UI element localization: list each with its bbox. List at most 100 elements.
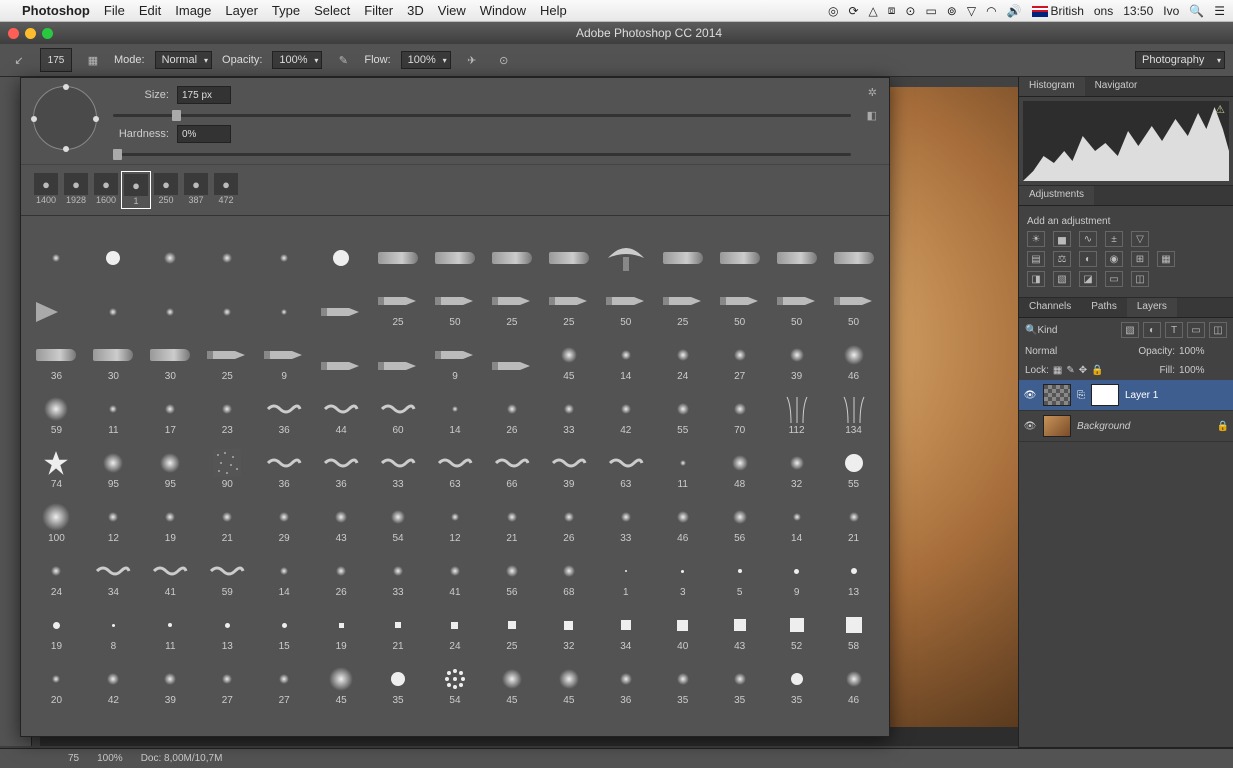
- tool-preset-icon[interactable]: ↙: [8, 49, 30, 71]
- filter-adj-icon[interactable]: ◐: [1143, 322, 1161, 338]
- tab-paths[interactable]: Paths: [1081, 298, 1127, 317]
- brush-preset-cell[interactable]: 26: [314, 546, 369, 598]
- hardness-slider[interactable]: [113, 153, 851, 156]
- zoom-level[interactable]: 100%: [97, 753, 123, 764]
- status-drive-icon[interactable]: △: [869, 4, 878, 18]
- menu-edit[interactable]: Edit: [139, 3, 161, 18]
- visibility-icon[interactable]: 👁: [1023, 390, 1037, 401]
- lock-all-icon[interactable]: 🔒: [1091, 365, 1103, 376]
- recent-brush-chip[interactable]: ●1400: [31, 171, 61, 209]
- brush-preset-cell[interactable]: 36: [314, 438, 369, 490]
- brush-preset-cell[interactable]: 35: [371, 654, 426, 706]
- opacity-field[interactable]: 100%: [272, 51, 322, 69]
- brush-preset-cell[interactable]: 25: [655, 276, 710, 328]
- recent-brush-chip[interactable]: ●250: [151, 171, 181, 209]
- brush-preset-cell[interactable]: 19: [314, 600, 369, 652]
- brush-preset-cell[interactable]: [86, 276, 141, 328]
- lock-pixels-icon[interactable]: ✎: [1066, 365, 1074, 376]
- brush-preset-cell[interactable]: 13: [826, 546, 881, 598]
- brush-preset-cell[interactable]: 21: [484, 492, 539, 544]
- brush-preset-cell[interactable]: 17: [143, 384, 198, 436]
- adj-photo-filter-icon[interactable]: ◉: [1105, 251, 1123, 267]
- brush-preset-cell[interactable]: [200, 276, 255, 328]
- brush-preset-cell[interactable]: 27: [712, 330, 767, 382]
- brush-preset-cell[interactable]: 46: [826, 330, 881, 382]
- brush-preset-cell[interactable]: 30: [86, 330, 141, 382]
- brush-preset-cell[interactable]: 35: [769, 654, 824, 706]
- brush-preset-cell[interactable]: 1: [598, 546, 653, 598]
- status-display-icon[interactable]: ▭: [925, 4, 936, 18]
- visibility-icon[interactable]: 👁: [1023, 421, 1037, 432]
- brush-preset-cell[interactable]: 60: [371, 384, 426, 436]
- brush-preset-cell[interactable]: 39: [769, 330, 824, 382]
- brush-preset-cell[interactable]: 59: [29, 384, 84, 436]
- menu-layer[interactable]: Layer: [225, 3, 258, 18]
- brush-preset-cell[interactable]: 20: [29, 654, 84, 706]
- adj-curves-icon[interactable]: ∿: [1079, 231, 1097, 247]
- adj-mixer-icon[interactable]: ⊞: [1131, 251, 1149, 267]
- menu-window[interactable]: Window: [480, 3, 526, 18]
- tab-channels[interactable]: Channels: [1019, 298, 1081, 317]
- brush-preset-cell[interactable]: 24: [428, 600, 483, 652]
- brush-preset-cell[interactable]: 59: [200, 546, 255, 598]
- brush-preset-cell[interactable]: 70: [712, 384, 767, 436]
- brush-preset-cell[interactable]: [314, 222, 369, 274]
- brush-preset-cell[interactable]: 27: [200, 654, 255, 706]
- status-clock-icon[interactable]: ⊙: [905, 4, 915, 18]
- hardness-field[interactable]: 0%: [177, 125, 231, 143]
- brush-preset-cell[interactable]: 21: [200, 492, 255, 544]
- brush-preset-cell[interactable]: 50: [826, 276, 881, 328]
- brush-preset-cell[interactable]: 30: [143, 330, 198, 382]
- recent-brush-chip[interactable]: ●387: [181, 171, 211, 209]
- brush-preset-cell[interactable]: 25: [200, 330, 255, 382]
- brush-preset-cell[interactable]: 54: [428, 654, 483, 706]
- adj-selective-icon[interactable]: ◫: [1131, 271, 1149, 287]
- brush-preset-cell[interactable]: 95: [86, 438, 141, 490]
- adj-hue-icon[interactable]: ▤: [1027, 251, 1045, 267]
- app-menu[interactable]: Photoshop: [22, 3, 90, 18]
- brush-preset-cell[interactable]: 112: [769, 384, 824, 436]
- brush-preset-cell[interactable]: [826, 222, 881, 274]
- brush-preset-cell[interactable]: 66: [484, 438, 539, 490]
- brush-preset-cell[interactable]: 43: [314, 492, 369, 544]
- menu-select[interactable]: Select: [314, 3, 350, 18]
- brush-preset-cell[interactable]: 11: [143, 600, 198, 652]
- adj-gradient-map-icon[interactable]: ▭: [1105, 271, 1123, 287]
- menu-filter[interactable]: Filter: [364, 3, 393, 18]
- brush-preset-cell[interactable]: [314, 330, 369, 382]
- brush-preset-cell[interactable]: 11: [86, 384, 141, 436]
- brush-preset-cell[interactable]: 50: [598, 276, 653, 328]
- brush-preset-cell[interactable]: [541, 222, 596, 274]
- brush-preset-cell[interactable]: 42: [86, 654, 141, 706]
- link-mask-icon[interactable]: ⎘: [1077, 390, 1085, 401]
- size-field[interactable]: 175 px: [177, 86, 231, 104]
- histogram-warning-icon[interactable]: ⚠: [1215, 103, 1225, 116]
- brush-preset-cell[interactable]: [257, 276, 312, 328]
- brush-preset-cell[interactable]: [314, 276, 369, 328]
- menu-type[interactable]: Type: [272, 3, 300, 18]
- brush-preset-cell[interactable]: 9: [769, 546, 824, 598]
- tab-histogram[interactable]: Histogram: [1019, 77, 1085, 96]
- close-window-button[interactable]: [8, 28, 19, 39]
- brush-preset-cell[interactable]: 14: [598, 330, 653, 382]
- brush-preset-cell[interactable]: 33: [371, 438, 426, 490]
- brush-preset-cell[interactable]: 24: [655, 330, 710, 382]
- menu-3d[interactable]: 3D: [407, 3, 424, 18]
- brush-preset-cell[interactable]: 25: [484, 600, 539, 652]
- brush-preset-cell[interactable]: 68: [541, 546, 596, 598]
- brush-grid-scroll[interactable]: 2550252550255050503630302599451424273946…: [21, 216, 889, 736]
- brush-preset-cell[interactable]: 36: [598, 654, 653, 706]
- brush-preset-cell[interactable]: 63: [598, 438, 653, 490]
- recent-brush-chip[interactable]: ●1600: [91, 171, 121, 209]
- status-sync-icon[interactable]: ⟳: [848, 4, 858, 18]
- layer-opacity-field[interactable]: 100%: [1179, 346, 1227, 357]
- layer-row-background[interactable]: 👁 Background 🔒: [1019, 411, 1233, 442]
- brush-preset-cell[interactable]: 12: [86, 492, 141, 544]
- brush-preset-cell[interactable]: [712, 222, 767, 274]
- notification-center-icon[interactable]: ☰: [1214, 4, 1225, 18]
- menu-help[interactable]: Help: [540, 3, 567, 18]
- airbrush-icon[interactable]: ✈: [461, 49, 483, 71]
- layer-row-layer1[interactable]: 👁 ⎘ Layer 1: [1019, 380, 1233, 411]
- brush-preset-cell[interactable]: [484, 330, 539, 382]
- status-time[interactable]: 13:50: [1123, 4, 1153, 18]
